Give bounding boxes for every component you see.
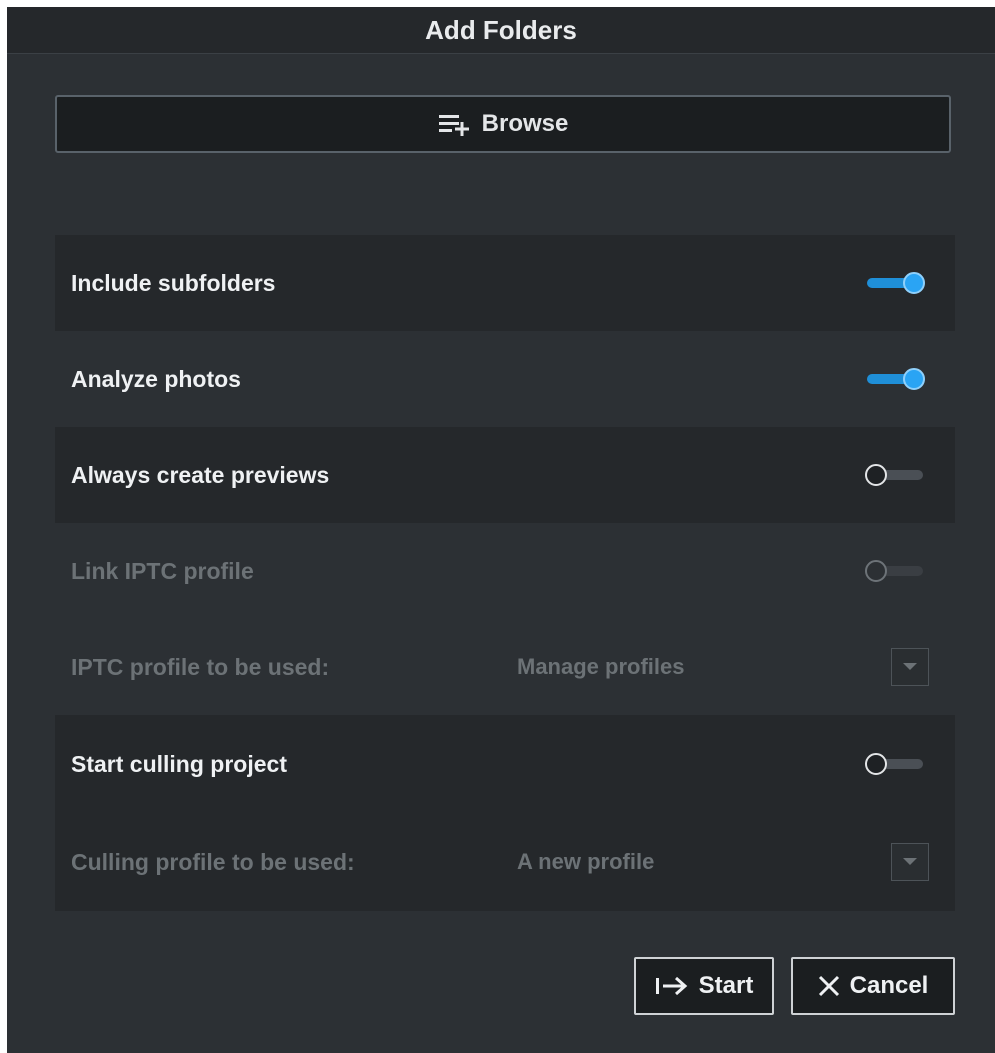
options-list: Include subfolders Analyze photos Always… bbox=[55, 235, 955, 911]
add-folders-dialog: Add Folders Browse Include subfolders An… bbox=[7, 7, 995, 1053]
start-button[interactable]: Start bbox=[634, 957, 774, 1015]
browse-label: Browse bbox=[481, 110, 569, 137]
start-label: Start bbox=[698, 972, 754, 999]
close-icon bbox=[818, 975, 840, 997]
arrow-right-to-bar-icon bbox=[655, 976, 689, 996]
iptc-profile-label: IPTC profile to be used: bbox=[71, 653, 330, 680]
option-start-culling-project: Start culling project bbox=[55, 715, 955, 813]
analyze-photos-toggle[interactable] bbox=[865, 368, 925, 390]
iptc-profile-dropdown-button bbox=[891, 648, 929, 686]
dialog-title: Add Folders bbox=[7, 7, 995, 54]
cancel-label: Cancel bbox=[849, 972, 929, 999]
include-subfolders-toggle[interactable] bbox=[865, 272, 925, 294]
chevron-down-icon bbox=[903, 663, 917, 670]
always-create-previews-label: Always create previews bbox=[71, 461, 330, 488]
culling-profile-dropdown-button bbox=[891, 843, 929, 881]
option-culling-profile: Culling profile to be used: A new profil… bbox=[55, 813, 955, 911]
browse-button[interactable]: Browse bbox=[55, 95, 951, 153]
playlist-add-icon bbox=[438, 112, 470, 136]
dialog-footer: Start Cancel bbox=[634, 957, 955, 1015]
link-iptc-profile-toggle bbox=[865, 560, 925, 582]
start-culling-project-label: Start culling project bbox=[71, 750, 287, 777]
culling-profile-label: Culling profile to be used: bbox=[71, 848, 355, 875]
start-culling-project-toggle[interactable] bbox=[865, 753, 925, 775]
option-always-create-previews: Always create previews bbox=[55, 427, 955, 523]
include-subfolders-label: Include subfolders bbox=[71, 269, 276, 296]
option-analyze-photos: Analyze photos bbox=[55, 331, 955, 427]
option-link-iptc-profile: Link IPTC profile bbox=[55, 523, 955, 619]
option-iptc-profile: IPTC profile to be used: Manage profiles bbox=[55, 619, 955, 715]
chevron-down-icon bbox=[903, 858, 917, 865]
link-iptc-profile-label: Link IPTC profile bbox=[71, 557, 254, 584]
analyze-photos-label: Analyze photos bbox=[71, 365, 241, 392]
culling-profile-select: A new profile bbox=[517, 849, 655, 874]
option-include-subfolders: Include subfolders bbox=[55, 235, 955, 331]
cancel-button[interactable]: Cancel bbox=[791, 957, 955, 1015]
iptc-profile-select: Manage profiles bbox=[517, 654, 685, 679]
always-create-previews-toggle[interactable] bbox=[865, 464, 925, 486]
